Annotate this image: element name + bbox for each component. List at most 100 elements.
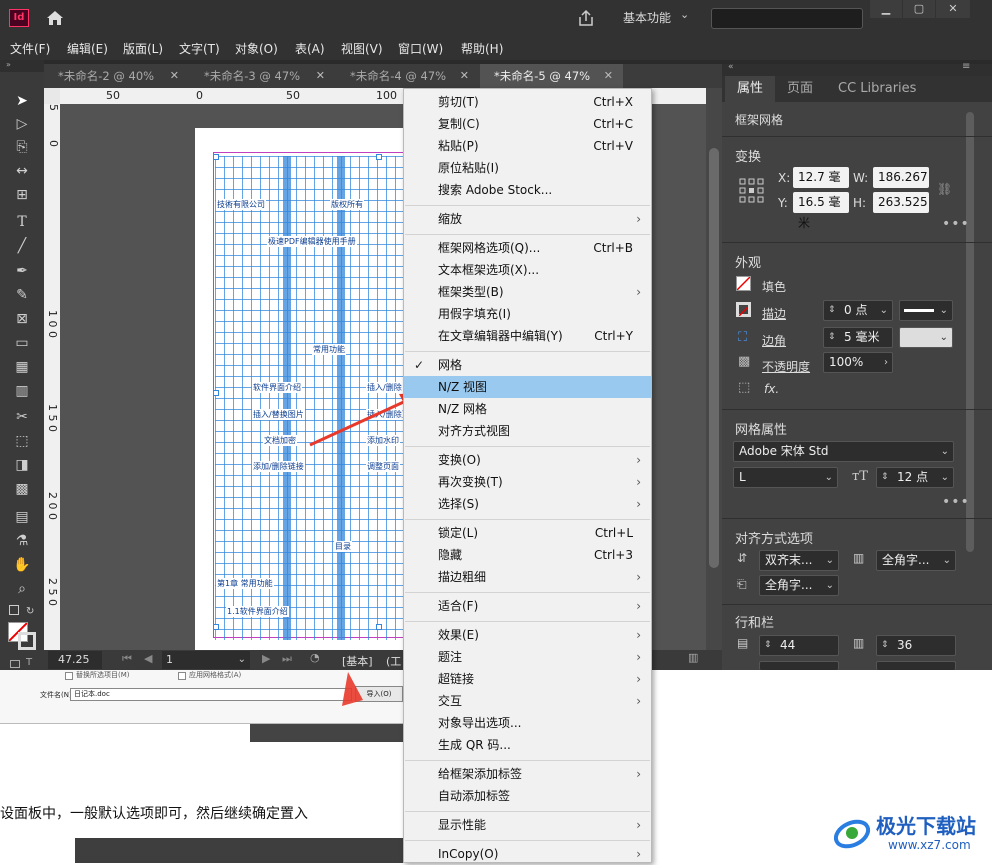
menu-help[interactable]: 帮助(H) [461, 40, 503, 57]
h-field[interactable]: 263.525 [873, 192, 929, 213]
tab-cc-libraries[interactable]: CC Libraries [826, 76, 928, 102]
fx-label[interactable]: fx. [764, 382, 779, 396]
menu-item-transform[interactable]: 变换(O) › [404, 449, 651, 471]
reference-point-icon[interactable] [739, 178, 765, 204]
chevron-down-icon[interactable]: ⌄ [826, 576, 834, 595]
corner-shape-dropdown[interactable]: ⌄ [899, 327, 953, 348]
menu-item-select[interactable]: 选择(S) › [404, 493, 651, 515]
search-input[interactable] [711, 8, 863, 29]
home-icon[interactable] [44, 8, 66, 28]
panel-menu-icon[interactable]: ≡ [962, 61, 970, 72]
stepper-icon[interactable]: ⇕ [881, 468, 889, 487]
tab-properties[interactable]: 属性 [725, 76, 776, 102]
menu-view[interactable]: 视图(V) [341, 40, 383, 57]
y-field[interactable]: 16.5 毫米 [793, 192, 849, 230]
chevron-down-icon[interactable]: ⌄ [940, 301, 948, 320]
selection-handle[interactable] [213, 154, 219, 160]
menu-item-frame-grid-options[interactable]: 框架网格选项(Q)... Ctrl+B [404, 237, 651, 259]
menu-item-placeholder-text[interactable]: 用假字填充(I) [404, 303, 651, 325]
menu-window[interactable]: 窗口(W) [398, 40, 443, 57]
menu-item-text-frame-options[interactable]: 文本框架选项(X)... [404, 259, 651, 281]
line-aki-field[interactable] [876, 661, 956, 670]
chevron-down-icon[interactable]: ⌄ [680, 8, 689, 21]
vertical-ruler[interactable]: 5 0 1 0 0 1 5 0 2 0 0 2 5 0 [44, 104, 60, 650]
free-transform-tool-icon[interactable]: ⬚ [12, 432, 32, 450]
panel-collapse-icon[interactable]: » [0, 60, 44, 72]
stroke-type-dropdown[interactable]: ⌄ [899, 300, 953, 321]
menu-item-nz-grid[interactable]: N/Z 网格 [404, 398, 651, 420]
workspace-switcher[interactable]: 基本功能 [623, 9, 671, 26]
hand-tool-icon[interactable]: ✋ [12, 556, 32, 574]
horizontal-grid-tool-icon[interactable]: ▦ [12, 358, 32, 376]
menu-item-copy[interactable]: 复制(C) Ctrl+C [404, 113, 651, 135]
menu-type[interactable]: 文字(T) [179, 40, 220, 57]
menu-item-cut[interactable]: 剪切(T) Ctrl+X [404, 91, 651, 113]
corner-icon[interactable]: ⛶ [738, 330, 747, 345]
fill-none-icon[interactable] [736, 276, 751, 291]
stepper-icon[interactable]: ⇕ [764, 636, 772, 655]
menu-item-interactive[interactable]: 交互 › [404, 690, 651, 712]
corner-size-field[interactable]: ⇕ 5 毫米 [823, 327, 893, 348]
font-size-field[interactable]: ⇕ 12 点 ⌄ [876, 467, 954, 488]
chevron-down-icon[interactable]: ⌄ [238, 651, 246, 669]
stroke-label[interactable]: 描边 [762, 305, 786, 322]
direct-selection-tool-icon[interactable]: ▷ [12, 115, 32, 133]
split-view-icon[interactable]: ▥ [688, 651, 698, 664]
panel-scrollbar[interactable] [966, 112, 974, 552]
next-page-icon[interactable]: ▶ [262, 652, 270, 665]
stepper-icon[interactable]: ⇕ [881, 636, 889, 655]
menu-item-paste-in-place[interactable]: 原位粘贴(I) [404, 157, 651, 179]
selection-handle[interactable] [213, 390, 219, 396]
rectangle-frame-tool-icon[interactable]: ⊠ [12, 310, 32, 328]
menu-item-hide[interactable]: 隐藏 Ctrl+3 [404, 544, 651, 566]
stepper-icon[interactable]: ⇕ [828, 328, 836, 347]
char-aki-field[interactable] [759, 661, 839, 670]
opacity-field[interactable]: 100% › [823, 352, 893, 373]
rows-field[interactable]: ⇕ 44 [759, 635, 839, 656]
gap-tool-icon[interactable]: ↔ [12, 162, 32, 180]
share-icon[interactable] [576, 8, 596, 28]
menu-item-adobe-stock[interactable]: 搜索 Adobe Stock... [404, 179, 651, 201]
pencil-tool-icon[interactable]: ✎ [12, 286, 32, 304]
selection-handle[interactable] [376, 154, 382, 160]
collapse-icon[interactable]: « [728, 62, 734, 72]
chevron-right-icon[interactable]: › [884, 353, 888, 372]
gradient-feather-tool-icon[interactable]: ▩ [12, 480, 32, 498]
menu-item-incopy[interactable]: InCopy(O) › [404, 843, 651, 865]
stroke-icon[interactable] [736, 302, 751, 317]
note-tool-icon[interactable]: ▤ [12, 508, 32, 526]
columns-field[interactable]: ⇕ 36 [876, 635, 956, 656]
menu-item-alignment-view[interactable]: 对齐方式视图 [404, 420, 651, 442]
tab-doc-5[interactable]: *未命名-5 @ 47% ✕ [480, 64, 623, 88]
font-style-dropdown[interactable]: L ⌄ [733, 467, 838, 488]
chevron-down-icon[interactable]: ⌄ [826, 551, 834, 570]
tab-pages[interactable]: 页面 [775, 76, 825, 102]
tab-doc-3[interactable]: *未命名-3 @ 47% ✕ [190, 64, 335, 88]
text-formatting-icon[interactable]: T [26, 657, 32, 668]
menu-item-nz-view[interactable]: N/Z 视图 [404, 376, 651, 398]
menu-object[interactable]: 对象(O) [235, 40, 278, 57]
rectangle-tool-icon[interactable]: ▭ [12, 334, 32, 352]
close-button[interactable]: ✕ [936, 0, 970, 18]
chevron-down-icon[interactable]: ⌄ [880, 301, 888, 320]
more-options-icon[interactable]: ••• [942, 216, 970, 232]
chevron-down-icon[interactable]: ⌄ [943, 551, 951, 570]
frame-grid[interactable] [215, 156, 405, 640]
line-alignment-dropdown[interactable]: 双齐末... ⌄ [759, 550, 839, 571]
menu-item-paste[interactable]: 粘贴(P) Ctrl+V [404, 135, 651, 157]
menu-item-zoom[interactable]: 缩放 › [404, 208, 651, 230]
chevron-down-icon[interactable]: ⌄ [941, 442, 949, 461]
opacity-label[interactable]: 不透明度 [762, 358, 810, 375]
menu-item-story-editor[interactable]: 在文章编辑器中编辑(Y) Ctrl+Y [404, 325, 651, 347]
gradient-tool-icon[interactable]: ◨ [12, 456, 32, 474]
chevron-down-icon[interactable]: ⌄ [941, 468, 949, 487]
menu-edit[interactable]: 编辑(E) [67, 40, 108, 57]
frame-formatting-icon[interactable] [10, 660, 20, 668]
close-icon[interactable]: ✕ [460, 64, 469, 88]
menu-item-tag-frame[interactable]: 给框架添加标签 › [404, 763, 651, 785]
zoom-field[interactable]: 47.25 [48, 651, 102, 669]
maximize-button[interactable]: ▢ [903, 0, 935, 18]
menu-item-fitting[interactable]: 适合(F) › [404, 595, 651, 617]
grid-alignment-dropdown[interactable]: 全角字... ⌄ [876, 550, 956, 571]
stepper-icon[interactable]: ⇕ [828, 301, 836, 320]
